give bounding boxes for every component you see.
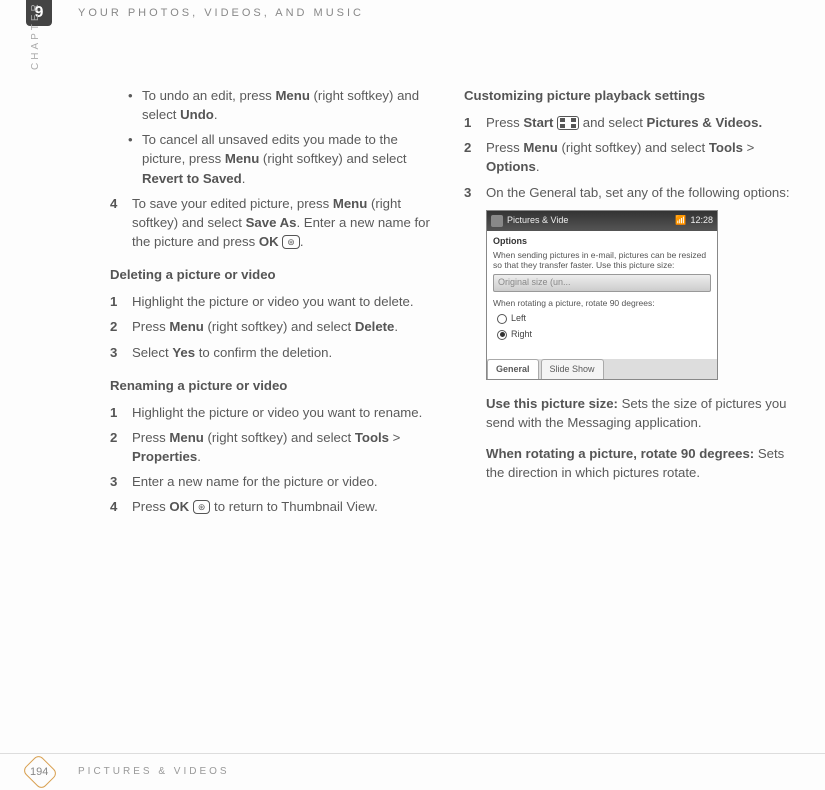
screenshot-radio-left: Left bbox=[497, 312, 711, 325]
screenshot-tabs: General Slide Show bbox=[487, 359, 717, 379]
footer-section-label: PICTURES & VIDEOS bbox=[78, 766, 230, 777]
bullet-revert: • To cancel all unsaved edits you made t… bbox=[110, 130, 436, 187]
delete-step-3: 3Select Yes to confirm the deletion. bbox=[110, 343, 436, 362]
screenshot-body: Options When sending pictures in e-mail,… bbox=[487, 231, 717, 361]
chapter-label-vertical: CHAPTER bbox=[30, 1, 41, 70]
bullet-undo: • To undo an edit, press Menu (right sof… bbox=[110, 86, 436, 124]
screenshot-tab-slideshow: Slide Show bbox=[541, 359, 604, 379]
start-button-icon bbox=[557, 116, 579, 130]
screenshot-signal-icon: 📶 bbox=[675, 214, 686, 227]
page-content: • To undo an edit, press Menu (right sof… bbox=[110, 86, 790, 523]
left-column: • To undo an edit, press Menu (right sof… bbox=[110, 86, 436, 523]
ok-button-icon: ⊛ bbox=[282, 235, 300, 249]
page-footer: 194 PICTURES & VIDEOS bbox=[0, 753, 825, 766]
screenshot-time: 12:28 bbox=[690, 214, 713, 227]
start-icon bbox=[491, 215, 503, 227]
option-picture-size: Use this picture size: Sets the size of … bbox=[486, 394, 790, 432]
options-screenshot: Pictures & Vide 📶 12:28 Options When sen… bbox=[486, 210, 718, 380]
step-4-save: 4 To save your edited picture, press Men… bbox=[110, 194, 436, 251]
screenshot-options-label: Options bbox=[493, 235, 711, 248]
rename-step-4: 4Press OK ⊛ to return to Thumbnail View. bbox=[110, 497, 436, 516]
page-number: 194 bbox=[30, 766, 48, 778]
custom-step-2: 2Press Menu (right softkey) and select T… bbox=[464, 138, 790, 176]
screenshot-radio-right: Right bbox=[497, 328, 711, 341]
screenshot-desc-rotate: When rotating a picture, rotate 90 degre… bbox=[493, 298, 711, 308]
custom-step-1: 1Press Start and select Pictures & Video… bbox=[464, 113, 790, 132]
ok-button-icon: ⊛ bbox=[193, 500, 211, 514]
renaming-heading: Renaming a picture or video bbox=[110, 376, 436, 395]
screenshot-app-title: Pictures & Vide bbox=[507, 214, 568, 227]
running-head: YOUR PHOTOS, VIDEOS, AND MUSIC bbox=[78, 7, 364, 19]
rename-step-3: 3Enter a new name for the picture or vid… bbox=[110, 472, 436, 491]
option-rotate: When rotating a picture, rotate 90 degre… bbox=[486, 444, 790, 482]
screenshot-tab-general: General bbox=[487, 359, 539, 379]
screenshot-titlebar: Pictures & Vide 📶 12:28 bbox=[487, 211, 717, 231]
rename-step-1: 1Highlight the picture or video you want… bbox=[110, 403, 436, 422]
screenshot-size-dropdown: Original size (un... bbox=[493, 274, 711, 292]
right-column: Customizing picture playback settings 1P… bbox=[464, 86, 790, 523]
delete-step-2: 2Press Menu (right softkey) and select D… bbox=[110, 317, 436, 336]
custom-step-3: 3On the General tab, set any of the foll… bbox=[464, 183, 790, 202]
radio-icon bbox=[497, 314, 507, 324]
deleting-heading: Deleting a picture or video bbox=[110, 265, 436, 284]
screenshot-desc-size: When sending pictures in e-mail, picture… bbox=[493, 250, 711, 270]
rename-step-2: 2Press Menu (right softkey) and select T… bbox=[110, 428, 436, 466]
delete-step-1: 1Highlight the picture or video you want… bbox=[110, 292, 436, 311]
radio-icon-filled bbox=[497, 330, 507, 340]
customizing-heading: Customizing picture playback settings bbox=[464, 86, 790, 105]
